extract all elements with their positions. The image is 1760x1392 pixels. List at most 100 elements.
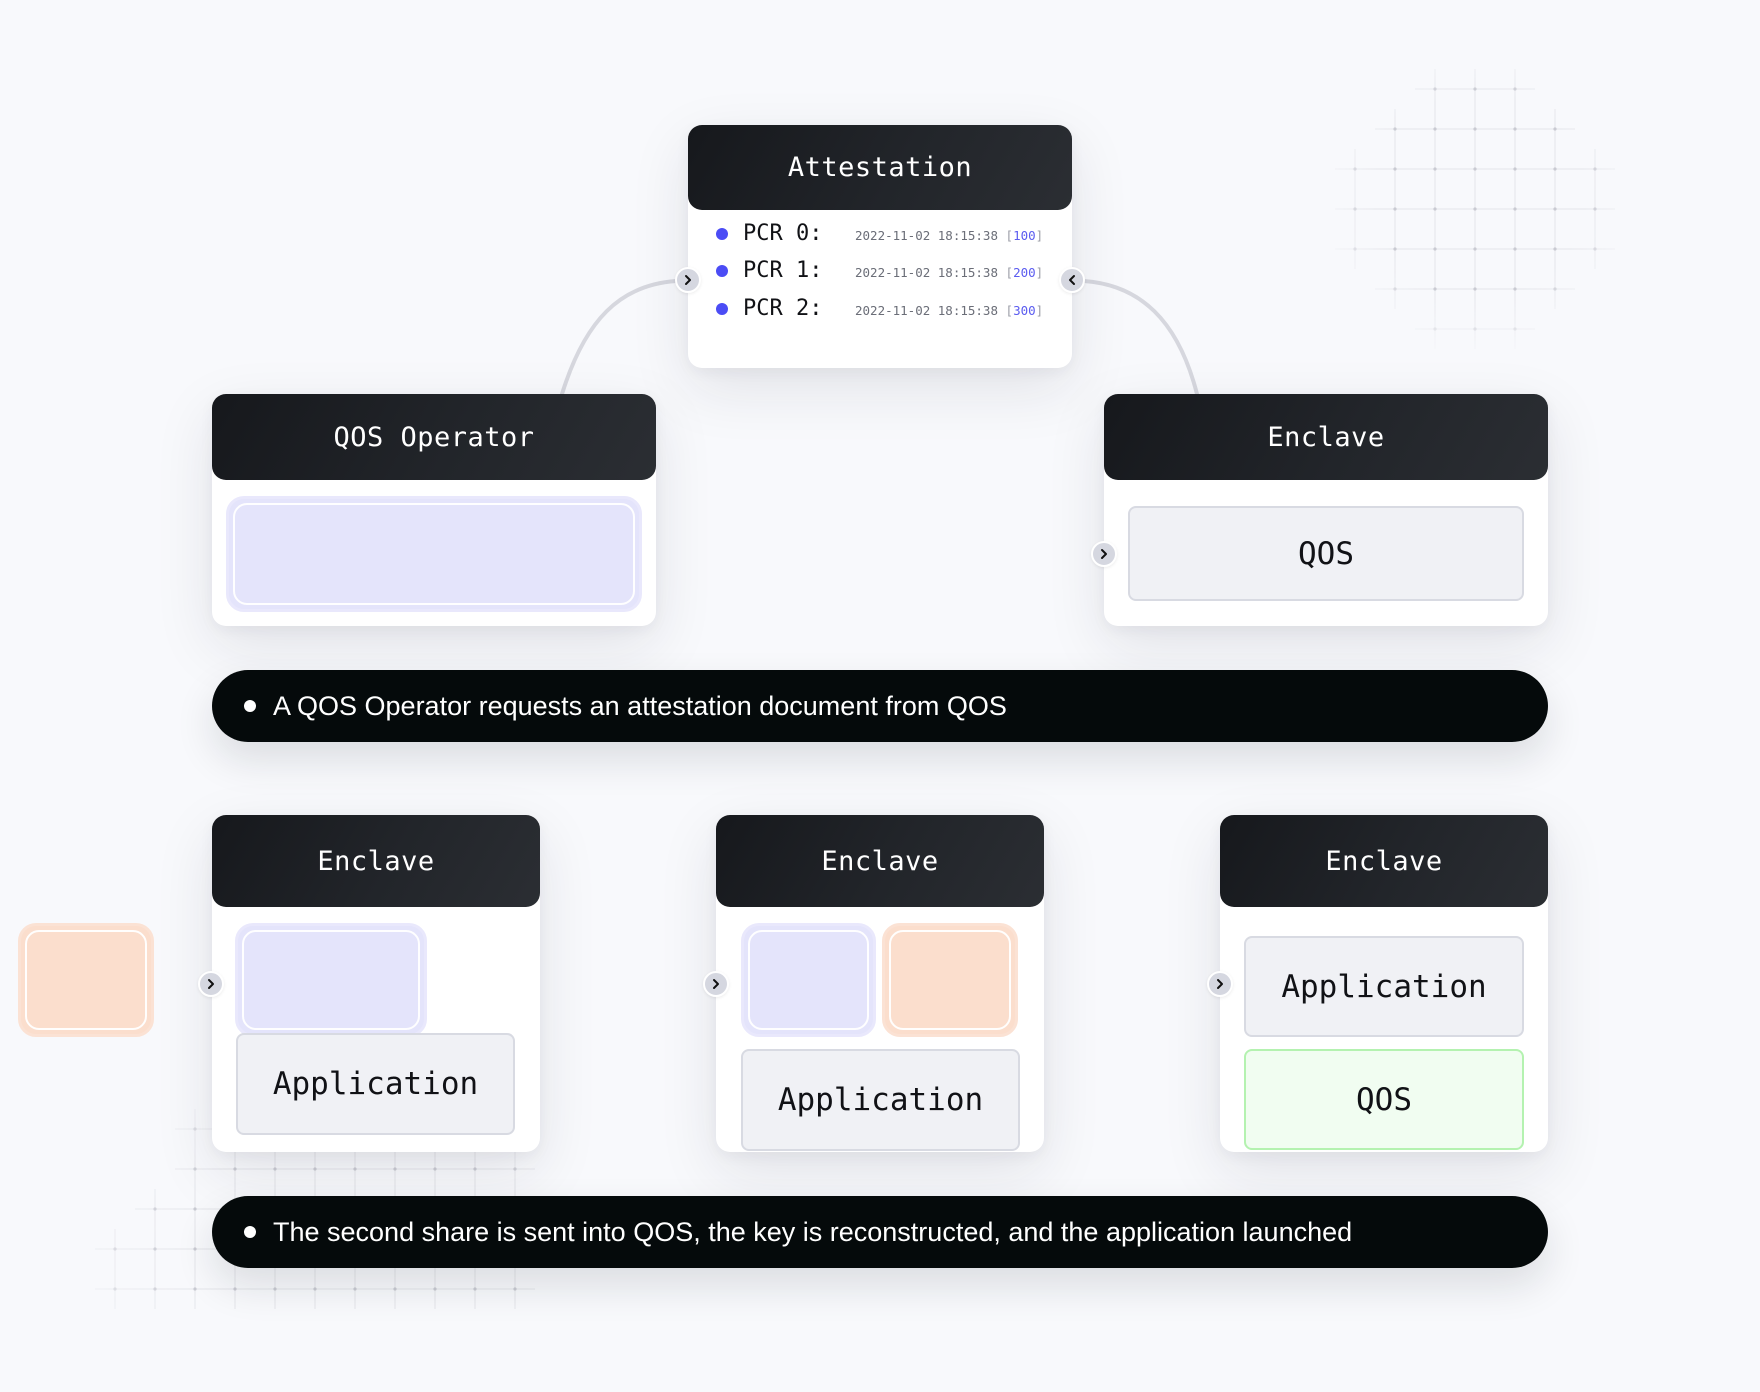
enclave-1-title: Enclave bbox=[317, 845, 435, 877]
grid-dot bbox=[1553, 247, 1557, 251]
grid-dot bbox=[1513, 247, 1517, 251]
decorative-grid-top-right bbox=[1335, 69, 1615, 349]
pcr-value: 100 bbox=[1013, 228, 1036, 243]
enclave-card-3: Enclave Application QOS bbox=[1220, 815, 1548, 1152]
enclave-card-1: Enclave Application bbox=[212, 815, 540, 1152]
grid-dot bbox=[313, 1167, 317, 1171]
chevron-right-icon bbox=[685, 275, 691, 285]
grid-dot bbox=[1393, 247, 1397, 251]
enclave-1-application-label: Application bbox=[272, 1066, 479, 1102]
grid-dot bbox=[1393, 127, 1397, 131]
chevron-left-icon bbox=[1069, 275, 1075, 285]
bullet-icon bbox=[244, 1226, 256, 1238]
pcr-label: PCR 1: bbox=[743, 258, 823, 283]
grid-dot bbox=[1553, 167, 1557, 171]
enclave-1-application-box: Application bbox=[236, 1033, 515, 1135]
step1-caption-text: A QOS Operator requests an attestation d… bbox=[273, 690, 1007, 721]
pcr-status-dot-icon bbox=[716, 302, 728, 315]
grid-dot bbox=[193, 1207, 197, 1211]
pcr-label: PCR 0: bbox=[743, 221, 823, 246]
enclave-step1-input-connector[interactable] bbox=[1091, 541, 1117, 567]
enclave-card-step1: Enclave QOS bbox=[1104, 394, 1548, 626]
operator-key-share-purple bbox=[226, 496, 642, 612]
grid-dot bbox=[1433, 247, 1437, 251]
grid-dot bbox=[1513, 327, 1517, 331]
pcr-bracket-close: ] bbox=[1035, 228, 1044, 243]
enclave-3-qos-box: QOS bbox=[1244, 1049, 1524, 1150]
grid-dot bbox=[233, 1167, 237, 1171]
pcr-status-dot-icon bbox=[716, 264, 728, 277]
grid-dot bbox=[153, 1287, 157, 1291]
pcr-timestamp: 2022-11-02 18:15:38 bbox=[855, 303, 998, 318]
enclave-card-3-header: Enclave bbox=[1220, 815, 1548, 907]
grid-dot bbox=[1473, 247, 1477, 251]
pcr-row: PCR 1: 2022-11-02 18:15:38 [200] bbox=[716, 258, 1043, 283]
bullet-icon bbox=[244, 700, 256, 712]
attestation-output-connector[interactable] bbox=[1059, 267, 1085, 293]
grid-dot bbox=[1593, 167, 1597, 171]
enclave-2-application-box: Application bbox=[741, 1049, 1020, 1151]
pcr-row: PCR 0: 2022-11-02 18:15:38 [100] bbox=[716, 221, 1043, 246]
grid-dot bbox=[393, 1167, 397, 1171]
grid-dot bbox=[273, 1167, 277, 1171]
grid-dot bbox=[433, 1167, 437, 1171]
chevron-right-icon bbox=[1101, 549, 1107, 559]
grid-dot bbox=[1553, 207, 1557, 211]
chevron-right-icon bbox=[208, 979, 214, 989]
pcr-timestamp: 2022-11-02 18:15:38 bbox=[855, 228, 998, 243]
grid-dot bbox=[1353, 167, 1357, 171]
enclave-card-1-header: Enclave bbox=[212, 815, 540, 907]
pcr-row: PCR 2: 2022-11-02 18:15:38 [300] bbox=[716, 296, 1043, 321]
grid-dot bbox=[1433, 167, 1437, 171]
grid-dot bbox=[233, 1287, 237, 1291]
enclave-card-header: Enclave bbox=[1104, 394, 1548, 480]
grid-dot bbox=[1513, 167, 1517, 171]
enclave-2-share-purple bbox=[741, 923, 876, 1037]
grid-dot bbox=[1353, 247, 1357, 251]
pcr-status-dot-icon bbox=[716, 227, 728, 240]
connector-line-attestation-to-enclave bbox=[1082, 279, 1199, 396]
grid-dot bbox=[193, 1127, 197, 1131]
enclave-3-application-label: Application bbox=[1281, 968, 1487, 1005]
qos-operator-card-header: QOS Operator bbox=[212, 394, 656, 480]
grid-dot bbox=[113, 1287, 117, 1291]
chevron-right-icon bbox=[713, 979, 719, 989]
qos-operator-title: QOS Operator bbox=[333, 421, 535, 453]
connector-line-operator-to-attestation bbox=[560, 279, 678, 396]
grid-dot bbox=[473, 1287, 477, 1291]
chevron-right-icon bbox=[1217, 979, 1223, 989]
grid-dot bbox=[1433, 327, 1437, 331]
grid-dot bbox=[193, 1287, 197, 1291]
enclave-3-input-connector[interactable] bbox=[1207, 971, 1233, 997]
grid-dot bbox=[1593, 247, 1597, 251]
grid-dot bbox=[1473, 127, 1477, 131]
enclave-3-application-box: Application bbox=[1244, 936, 1524, 1037]
enclave-2-title: Enclave bbox=[821, 845, 939, 877]
enclave-2-input-connector[interactable] bbox=[703, 971, 729, 997]
grid-dot bbox=[1473, 167, 1477, 171]
qos-box: QOS bbox=[1128, 506, 1524, 601]
grid-dot bbox=[1473, 207, 1477, 211]
grid-dot bbox=[1473, 327, 1477, 331]
grid-dot bbox=[513, 1167, 517, 1171]
grid-dot bbox=[1553, 287, 1557, 291]
pcr-value: 200 bbox=[1013, 265, 1036, 280]
enclave-2-application-label: Application bbox=[777, 1082, 984, 1118]
grid-dot bbox=[1553, 127, 1557, 131]
grid-dot bbox=[1473, 87, 1477, 91]
qos-box-label: QOS bbox=[1298, 535, 1354, 572]
step1-caption: A QOS Operator requests an attestation d… bbox=[212, 670, 1548, 742]
grid-dot bbox=[513, 1287, 517, 1291]
grid-dot bbox=[1353, 207, 1357, 211]
enclave-1-share-purple bbox=[235, 923, 427, 1037]
grid-dot bbox=[193, 1167, 197, 1171]
attestation-input-connector[interactable] bbox=[675, 267, 701, 293]
grid-dot bbox=[113, 1247, 117, 1251]
grid-dot bbox=[353, 1287, 357, 1291]
grid-dot bbox=[1393, 167, 1397, 171]
enclave-3-qos-label: QOS bbox=[1356, 1081, 1412, 1118]
enclave-1-input-connector[interactable] bbox=[198, 971, 224, 997]
grid-dot bbox=[1513, 127, 1517, 131]
pcr-bracket-close: ] bbox=[1035, 303, 1044, 318]
enclave-3-title: Enclave bbox=[1325, 845, 1443, 877]
